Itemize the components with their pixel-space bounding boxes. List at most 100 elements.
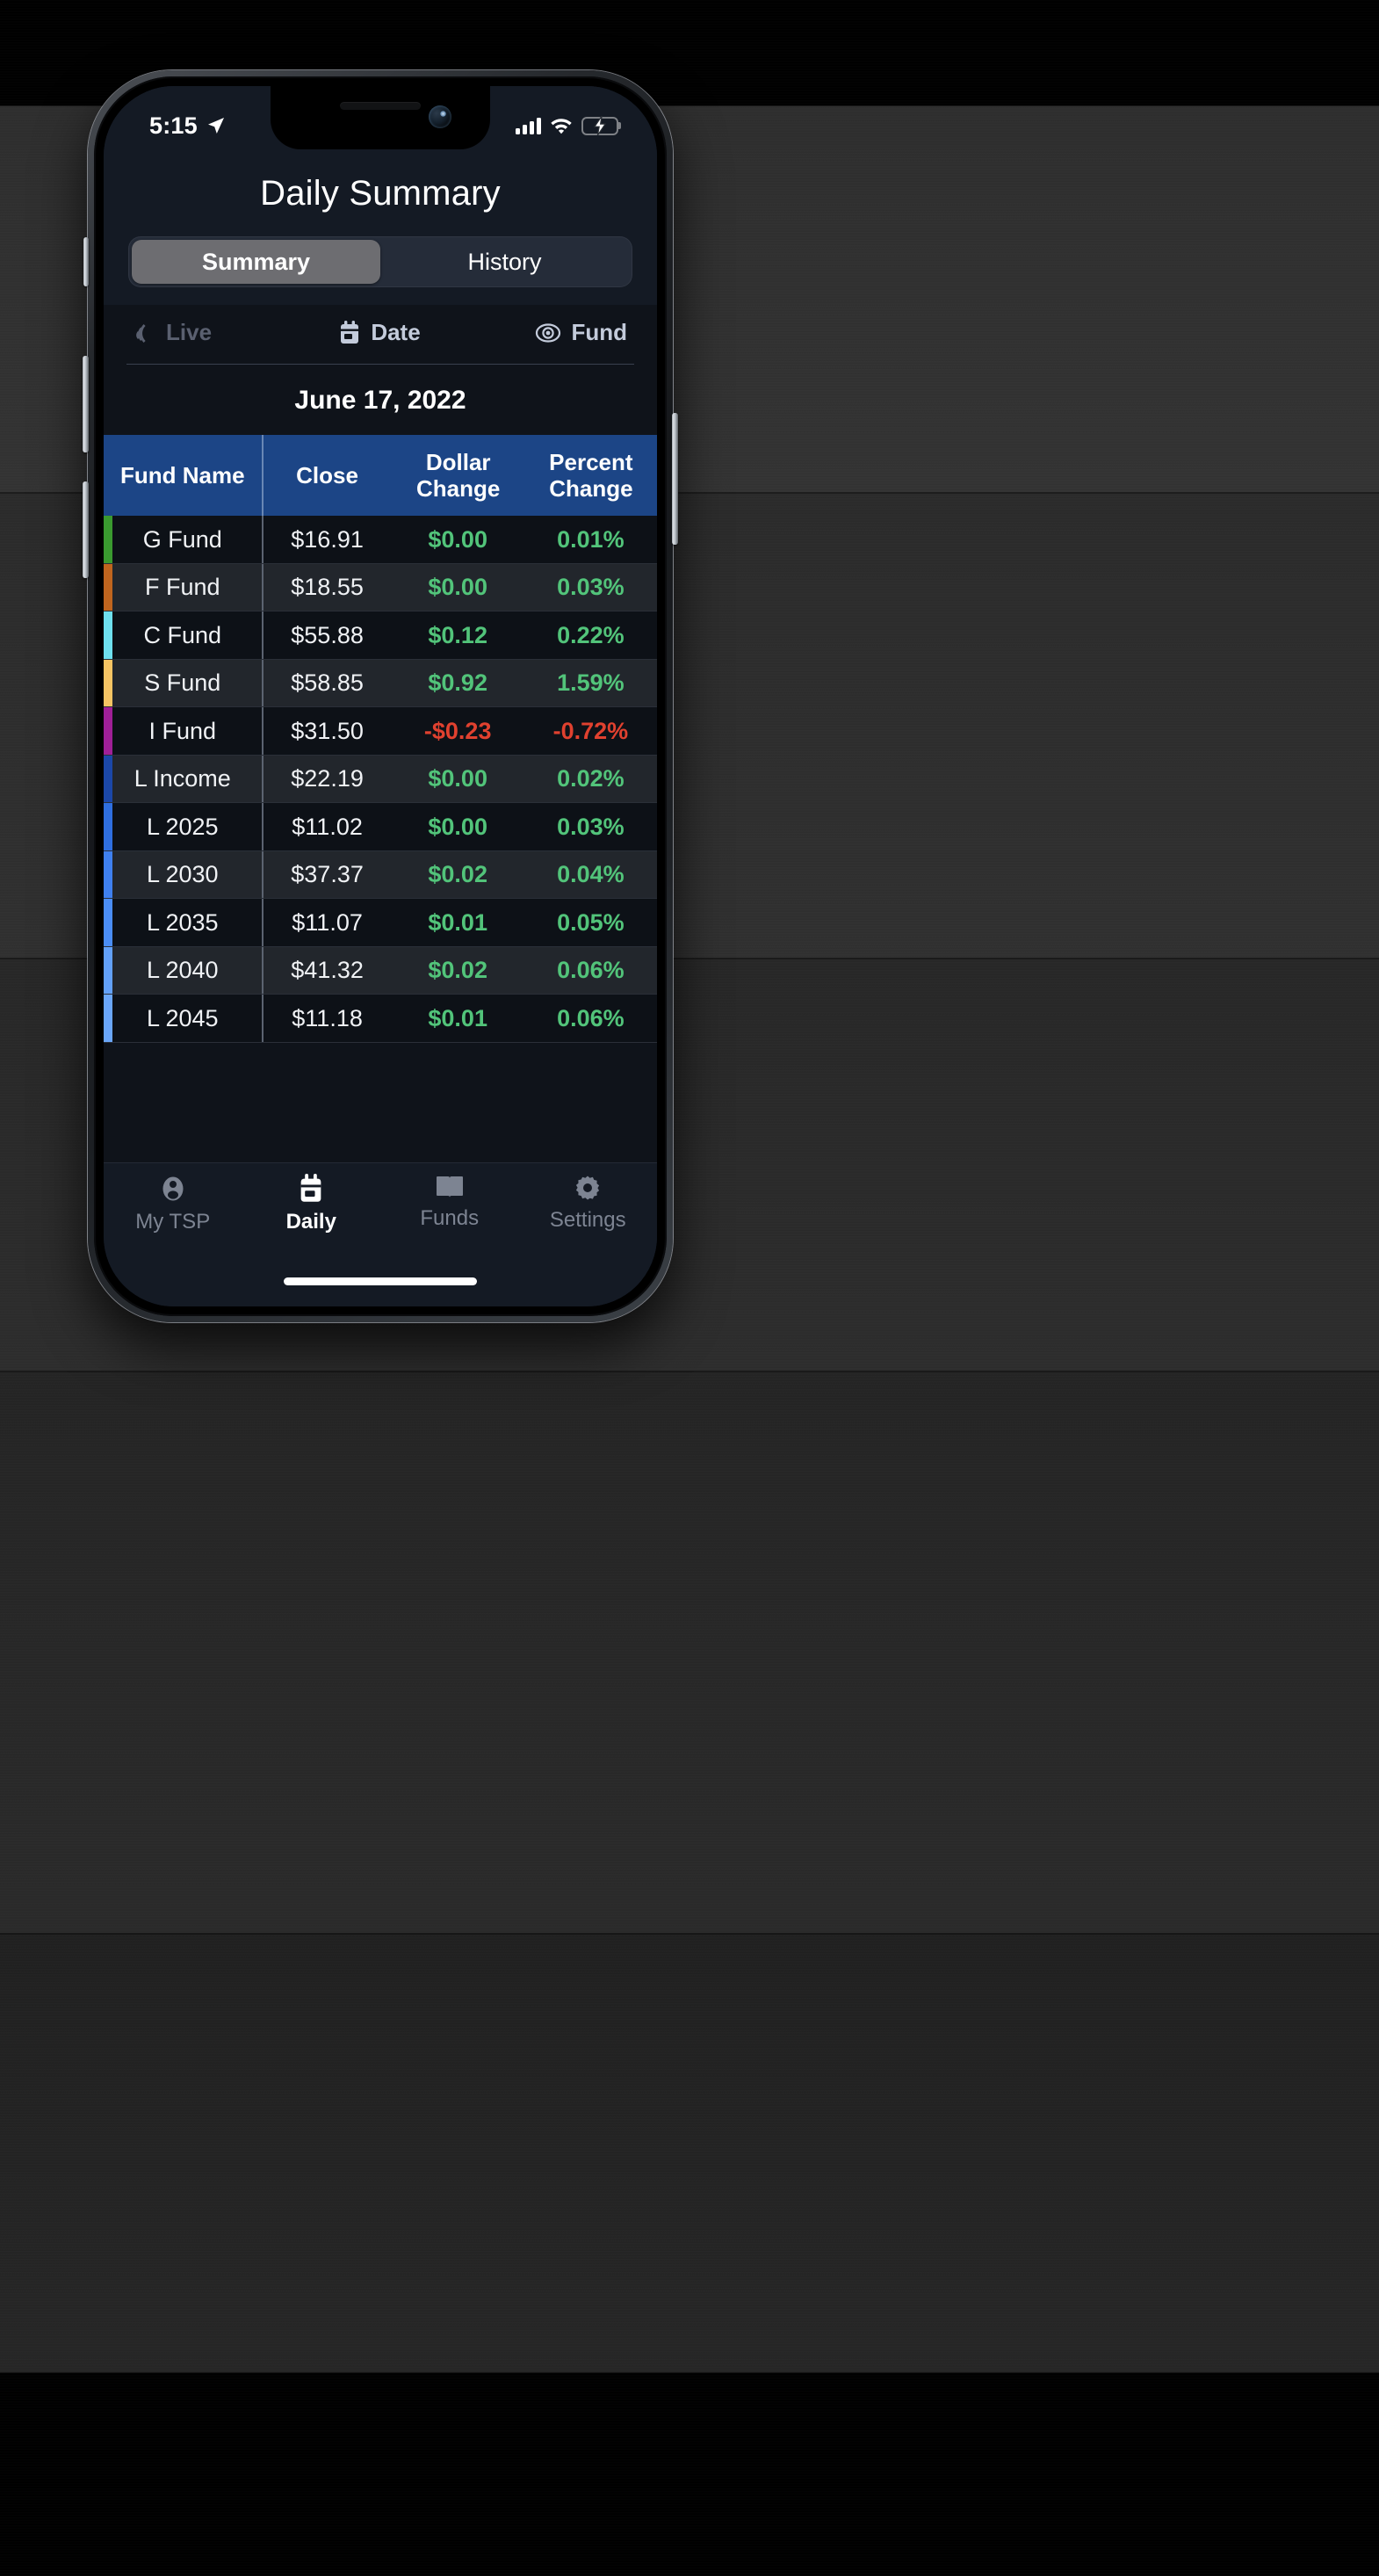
cell-percent-change: 0.06% — [557, 1004, 625, 1031]
column-header-close[interactable]: Close — [261, 435, 392, 517]
earpiece-speaker — [340, 102, 421, 110]
status-bar-left: 5:15 — [149, 112, 227, 140]
cell-dollar-change: $0.00 — [428, 525, 487, 553]
fund-button[interactable]: Fund — [462, 319, 634, 346]
fund-label: Fund — [571, 319, 627, 345]
tab-history[interactable]: History — [380, 240, 629, 284]
fund-table[interactable]: Fund Name Close Dollar Change Percent Ch… — [104, 435, 657, 1162]
live-label: Live — [166, 319, 213, 345]
tab-settings-label: Settings — [549, 1208, 626, 1232]
fund-color-swatch — [104, 850, 112, 899]
tab-summary[interactable]: Summary — [132, 240, 380, 284]
table-body: G Fund $16.91 $0.00 0.01% F Fund $18.55 $0.00 0… — [104, 516, 657, 1043]
table-row[interactable]: L 2040 $41.32 $0.02 0.06% — [104, 946, 657, 995]
cell-percent-change: 1.59% — [557, 669, 625, 697]
column-header-percent-change[interactable]: Percent Change — [524, 435, 657, 516]
calendar-icon — [300, 1174, 321, 1202]
cell-dollar-change: $0.01 — [428, 1004, 487, 1031]
table-row[interactable]: I Fund $31.50 -$0.23 -0.72% — [104, 707, 657, 756]
table-row[interactable]: L 2045 $11.18 $0.01 0.06% — [104, 995, 657, 1043]
app-root: 5:15 Daily Summary Summary History Live … — [104, 86, 657, 1306]
segmented-control: Summary History — [128, 236, 632, 287]
cell-fund-name: L Income — [134, 765, 231, 792]
desk-background: 5:15 Daily Summary Summary History Live … — [0, 0, 1379, 2576]
fund-color-swatch — [104, 946, 112, 995]
home-indicator[interactable] — [284, 1277, 477, 1285]
power-button[interactable] — [672, 413, 678, 545]
charging-bolt-icon — [593, 116, 607, 135]
fund-color-swatch — [104, 755, 112, 803]
location-arrow-icon — [207, 118, 224, 134]
cell-close: $22.19 — [261, 755, 392, 803]
table-row[interactable]: L 2030 $37.37 $0.02 0.04% — [104, 850, 657, 900]
book-icon — [436, 1176, 463, 1198]
cell-dollar-change: $0.00 — [428, 574, 487, 601]
cell-close: $58.85 — [261, 659, 392, 707]
phone-screen: 5:15 Daily Summary Summary History Live … — [104, 86, 657, 1306]
table-row[interactable]: L 2035 $11.07 $0.01 0.05% — [104, 899, 657, 947]
table-row[interactable]: L Income $22.19 $0.00 0.02% — [104, 755, 657, 804]
cell-fund-name: C Fund — [143, 621, 222, 648]
fund-color-swatch — [104, 707, 112, 755]
toolbar: Live Date Fund — [104, 305, 657, 358]
fund-color-swatch — [104, 516, 112, 563]
calendar-icon — [341, 320, 359, 344]
fund-color-swatch — [104, 659, 112, 707]
live-broadcast-icon — [136, 323, 146, 343]
cell-percent-change: 0.02% — [557, 765, 625, 792]
notch — [271, 86, 490, 149]
cell-dollar-change: $0.02 — [428, 861, 487, 888]
cell-fund-name: G Fund — [142, 525, 222, 553]
table-row[interactable]: G Fund $16.91 $0.00 0.01% — [104, 516, 657, 564]
table-row[interactable]: L 2025 $11.02 $0.00 0.03% — [104, 803, 657, 851]
cell-dollar-change: $0.00 — [428, 813, 487, 840]
phone-bezel: 5:15 Daily Summary Summary History Live … — [94, 76, 667, 1316]
content-area: Live Date Fund June 17, 2022 Fund Name C… — [104, 305, 657, 1162]
front-camera-icon — [429, 105, 451, 128]
cell-percent-change: 0.01% — [557, 525, 625, 553]
cell-dollar-change: $0.92 — [428, 669, 487, 697]
cell-dollar-change: $0.12 — [428, 621, 487, 648]
cell-fund-name: F Fund — [145, 574, 220, 601]
tab-bar: My TSP Daily Funds Settings — [104, 1162, 657, 1255]
cell-dollar-change: $0.01 — [428, 908, 487, 936]
column-header-fund-name[interactable]: Fund Name — [104, 435, 262, 516]
page-title: Daily Summary — [260, 174, 501, 213]
status-bar-right — [516, 116, 618, 135]
column-header-dollar-change[interactable]: Dollar Change — [392, 435, 524, 516]
cellular-signal-icon — [516, 117, 541, 134]
wifi-icon — [551, 119, 572, 134]
cell-close: $18.55 — [261, 563, 392, 611]
tab-settings[interactable]: Settings — [519, 1174, 658, 1233]
cell-close: $31.50 — [261, 707, 392, 755]
cell-close: $16.91 — [261, 516, 392, 563]
table-row[interactable]: C Fund $55.88 $0.12 0.22% — [104, 611, 657, 660]
table-header-row: Fund Name Close Dollar Change Percent Ch… — [104, 435, 657, 517]
volume-up-button[interactable] — [83, 356, 89, 452]
cell-fund-name: L 2045 — [146, 1004, 219, 1031]
date-button[interactable]: Date — [297, 319, 462, 346]
cell-fund-name: I Fund — [148, 717, 217, 744]
cell-percent-change: 0.22% — [557, 621, 625, 648]
tab-my-tsp[interactable]: My TSP — [104, 1174, 242, 1234]
tab-daily[interactable]: Daily — [242, 1174, 381, 1234]
fund-color-swatch — [104, 899, 112, 946]
cell-fund-name: L 2035 — [146, 908, 219, 936]
status-time: 5:15 — [149, 112, 198, 139]
cell-close: $37.37 — [261, 850, 392, 899]
table-row[interactable]: F Fund $18.55 $0.00 0.03% — [104, 563, 657, 612]
volume-down-button[interactable] — [83, 481, 89, 578]
cell-close: $55.88 — [261, 611, 392, 659]
cell-close: $11.02 — [261, 803, 392, 850]
cell-fund-name: L 2030 — [146, 861, 219, 888]
tab-funds[interactable]: Funds — [380, 1174, 519, 1231]
eye-icon — [536, 322, 561, 343]
cell-close: $11.18 — [261, 995, 392, 1042]
cell-fund-name: L 2025 — [146, 813, 219, 840]
table-row[interactable]: S Fund $58.85 $0.92 1.59% — [104, 659, 657, 708]
cell-percent-change: 0.06% — [557, 957, 625, 984]
tab-funds-label: Funds — [420, 1206, 480, 1230]
silent-switch[interactable] — [83, 237, 89, 286]
live-button[interactable]: Live — [126, 319, 297, 346]
home-indicator-area — [104, 1255, 657, 1306]
